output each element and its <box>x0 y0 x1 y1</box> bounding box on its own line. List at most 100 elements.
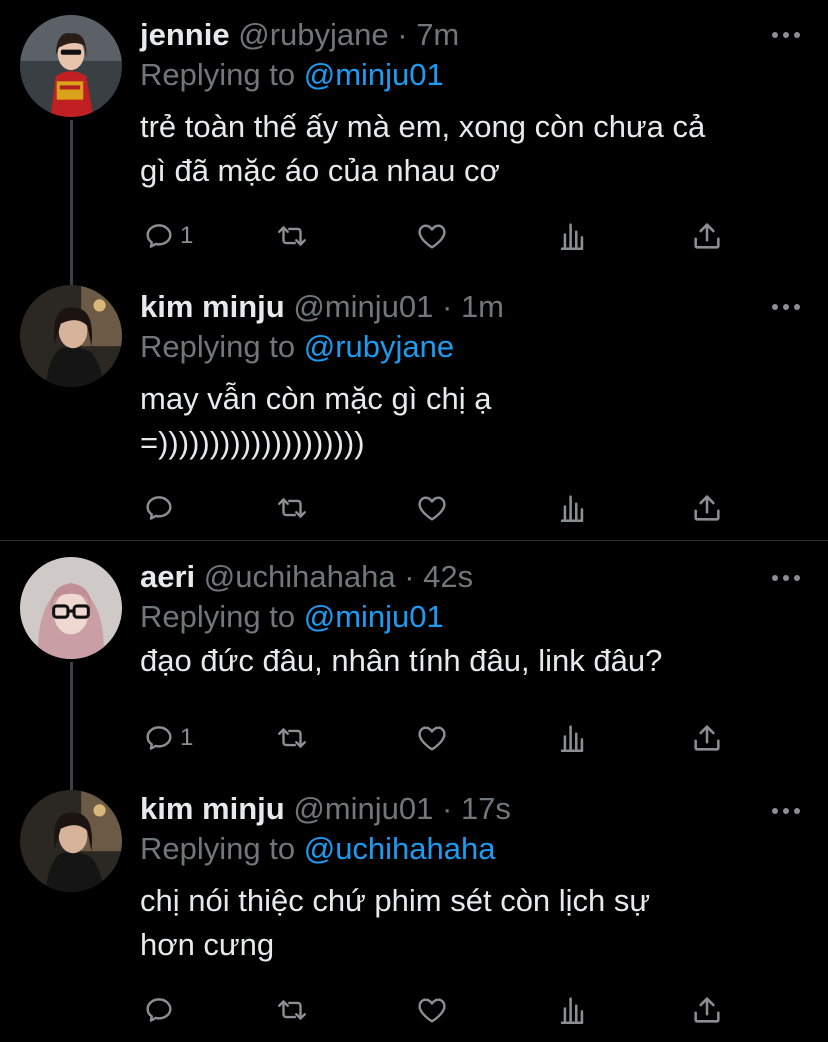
tweet-actions <box>140 990 740 1030</box>
reply-button[interactable]: 1 <box>142 216 193 256</box>
display-name[interactable]: jennie <box>140 17 230 52</box>
reply-icon <box>146 496 172 520</box>
heart-icon <box>418 224 446 249</box>
separator-dot: · <box>397 17 408 52</box>
reply-button[interactable] <box>142 488 180 528</box>
tweet-header: aeri @uchihahaha · 42s <box>140 559 808 595</box>
display-name[interactable]: kim minju <box>140 791 285 826</box>
avatar[interactable] <box>20 790 122 892</box>
replying-to: Replying to @rubyjane <box>140 329 808 365</box>
reply-icon <box>146 224 172 248</box>
tweet-body: aeri @uchihahaha · 42s Replying to @minj… <box>140 559 808 683</box>
timestamp[interactable]: 42s <box>423 559 473 594</box>
user-handle[interactable]: @minju01 <box>293 791 433 826</box>
retweet-icon <box>278 226 306 246</box>
reply-count: 1 <box>180 222 194 249</box>
tweet-text: đạo đức đâu, nhân tính đâu, link đâu? <box>140 643 663 678</box>
reply-count: 1 <box>180 724 194 751</box>
thread-divider <box>0 540 828 541</box>
retweet-button[interactable] <box>275 488 309 528</box>
tweet-body: kim minju @minju01 · 1m Replying to @rub… <box>140 289 808 465</box>
replying-prefix: Replying to <box>140 57 296 92</box>
tweet-text: trẻ toàn thế ấy mà em, xong còn chưa cả … <box>140 109 706 188</box>
replying-prefix: Replying to <box>140 329 296 364</box>
like-button[interactable] <box>415 718 449 758</box>
analytics-icon <box>560 725 584 753</box>
share-icon <box>694 725 720 751</box>
reply-button[interactable]: 1 <box>142 718 193 758</box>
thread-1: jennie @rubyjane · 7m Replying to @minju… <box>0 0 828 540</box>
retweet-button[interactable] <box>275 718 309 758</box>
tweet-actions: 1 <box>140 216 740 256</box>
replying-to: Replying to @minju01 <box>140 599 808 635</box>
tweet-text: chị nói thiệc chứ phim sét còn lịch sự h… <box>140 883 651 962</box>
user-handle[interactable]: @uchihahaha <box>204 559 396 594</box>
reply-icon <box>146 726 172 750</box>
replying-to: Replying to @uchihahaha <box>140 831 808 867</box>
replying-prefix: Replying to <box>140 831 296 866</box>
tweet-actions: 1 <box>140 718 740 758</box>
analytics-button[interactable] <box>555 216 589 256</box>
heart-icon <box>418 998 446 1023</box>
display-name[interactable]: kim minju <box>140 289 285 324</box>
mention-link[interactable]: @minju01 <box>304 599 444 634</box>
share-button[interactable] <box>690 718 724 758</box>
analytics-button[interactable] <box>555 990 589 1030</box>
heart-icon <box>418 496 446 521</box>
like-button[interactable] <box>415 488 449 528</box>
avatar[interactable] <box>20 15 122 117</box>
retweet-icon <box>278 498 306 518</box>
avatar-image <box>20 557 122 659</box>
display-name[interactable]: aeri <box>140 559 195 594</box>
share-button[interactable] <box>690 216 724 256</box>
retweet-icon <box>278 728 306 748</box>
tweet-actions <box>140 488 740 528</box>
like-button[interactable] <box>415 216 449 256</box>
thread-2: aeri @uchihahaha · 42s Replying to @minj… <box>0 542 828 1042</box>
retweet-icon <box>278 1000 306 1020</box>
retweet-button[interactable] <box>275 216 309 256</box>
avatar-image <box>20 15 122 117</box>
share-icon <box>694 997 720 1023</box>
analytics-button[interactable] <box>555 488 589 528</box>
separator-dot: · <box>441 791 453 826</box>
separator-dot: · <box>441 289 453 324</box>
analytics-icon <box>560 223 584 251</box>
analytics-icon <box>560 495 584 523</box>
tweet-header: jennie @rubyjane · 7m <box>140 17 808 53</box>
share-icon <box>694 223 720 249</box>
reply-button[interactable] <box>142 990 180 1030</box>
timestamp[interactable]: 7m <box>416 17 459 52</box>
mention-link[interactable]: @uchihahaha <box>304 831 496 866</box>
avatar-image <box>20 790 122 892</box>
avatar-image <box>20 285 122 387</box>
retweet-button[interactable] <box>275 990 309 1030</box>
replying-to: Replying to @minju01 <box>140 57 808 93</box>
mention-link[interactable]: @rubyjane <box>304 329 454 364</box>
analytics-button[interactable] <box>555 718 589 758</box>
replying-prefix: Replying to <box>140 599 296 634</box>
separator-dot: · <box>404 559 415 594</box>
tweet[interactable]: aeri @uchihahaha · 42s Replying to @minj… <box>0 542 828 774</box>
timestamp[interactable]: 1m <box>461 289 504 324</box>
timestamp[interactable]: 17s <box>461 791 511 826</box>
avatar[interactable] <box>20 557 122 659</box>
share-button[interactable] <box>690 488 724 528</box>
like-button[interactable] <box>415 990 449 1030</box>
tweet-body: jennie @rubyjane · 7m Replying to @minju… <box>140 17 808 193</box>
tweet-header: kim minju @minju01 · 17s <box>140 791 808 827</box>
user-handle[interactable]: @rubyjane <box>238 17 388 52</box>
mention-link[interactable]: @minju01 <box>304 57 444 92</box>
tweet-body: kim minju @minju01 · 17s Replying to @uc… <box>140 791 808 967</box>
reply-icon <box>146 998 172 1022</box>
tweet[interactable]: jennie @rubyjane · 7m Replying to @minju… <box>0 0 828 270</box>
tweet[interactable]: kim minju @minju01 · 17s Replying to @uc… <box>0 774 828 1042</box>
analytics-icon <box>560 997 584 1025</box>
share-button[interactable] <box>690 990 724 1030</box>
tweet[interactable]: kim minju @minju01 · 1m Replying to @rub… <box>0 272 828 540</box>
tweet-text: may vẫn còn mặc gì chị ạ =))))))))))))))… <box>140 381 492 460</box>
user-handle[interactable]: @minju01 <box>293 289 433 324</box>
share-icon <box>694 495 720 521</box>
heart-icon <box>418 726 446 751</box>
avatar[interactable] <box>20 285 122 387</box>
